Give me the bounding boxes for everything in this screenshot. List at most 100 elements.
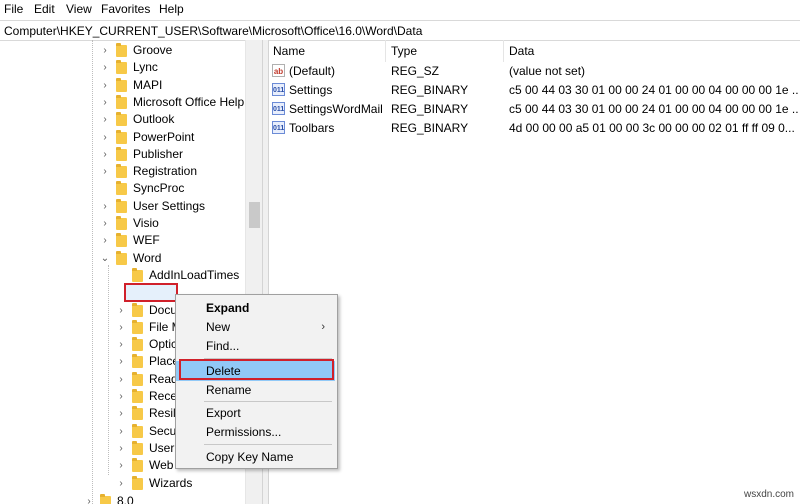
tree-item-label: Docu <box>149 303 178 317</box>
chevron-right-icon[interactable]: › <box>116 302 126 319</box>
tree-item-label: WEF <box>133 233 160 247</box>
folder-icon <box>116 147 127 161</box>
menu-item-permissions[interactable]: Permissions... <box>176 422 335 442</box>
menu-item-copy-key-name[interactable]: Copy Key Name <box>176 447 335 467</box>
list-row[interactable]: 011 Settings REG_BINARY c5 00 44 03 30 01 0… <box>268 81 800 99</box>
list-row[interactable]: ab (Default) REG_SZ (value not set) <box>268 62 800 80</box>
tree-item[interactable]: › PowerPoint <box>0 129 245 146</box>
list-row[interactable]: 011 SettingsWordMail REG_BINARY c5 00 44 03… <box>268 100 800 118</box>
column-header-name[interactable]: Name <box>268 40 386 62</box>
chevron-right-icon[interactable]: › <box>116 353 126 370</box>
tree-item-label: 8.0 <box>117 494 134 504</box>
chevron-right-icon[interactable]: › <box>100 111 110 128</box>
menu-item-expand[interactable]: Expand <box>176 298 335 318</box>
chevron-right-icon[interactable]: › <box>100 198 110 215</box>
list-row[interactable]: 011 Toolbars REG_BINARY 4d 00 00 00 a5 01 0… <box>268 119 800 137</box>
tree-item[interactable]: › Publisher <box>0 146 245 163</box>
column-header-data[interactable]: Data <box>504 40 800 62</box>
chevron-right-icon[interactable]: › <box>100 215 110 232</box>
chevron-right-icon[interactable]: › <box>116 371 126 388</box>
tree-item-label: SyncProc <box>133 181 185 195</box>
chevron-right-icon[interactable] <box>116 267 126 284</box>
chevron-right-icon[interactable]: › <box>116 475 126 492</box>
column-header-type[interactable]: Type <box>386 40 504 62</box>
tree-item-label: Wizards <box>149 476 193 490</box>
menu-item-export[interactable]: Export <box>176 403 335 423</box>
tree-item-label: User Settings <box>133 199 206 213</box>
chevron-right-icon[interactable]: › <box>84 493 94 504</box>
folder-icon <box>132 424 143 438</box>
menu-separator <box>204 444 332 445</box>
menu-item-find[interactable]: Find... <box>176 336 335 356</box>
tree-item-label: PowerPoint <box>133 130 195 144</box>
folder-icon <box>116 164 127 178</box>
chevron-right-icon[interactable]: › <box>100 77 110 94</box>
chevron-down-icon[interactable]: ⌄ <box>100 250 110 267</box>
tree-item[interactable]: › WEF <box>0 232 245 249</box>
folder-icon <box>100 494 111 504</box>
chevron-right-icon[interactable] <box>100 180 110 197</box>
chevron-right-icon[interactable]: › <box>116 457 126 474</box>
chevron-right-icon[interactable]: › <box>100 94 110 111</box>
tree-item[interactable]: › 8.0 <box>0 493 245 504</box>
menu-separator <box>204 401 332 402</box>
tree-item-word-child[interactable]: › Wizards <box>0 475 245 492</box>
chevron-right-icon[interactable]: › <box>100 232 110 249</box>
value-name: (Default) <box>289 64 336 78</box>
tree-item[interactable]: ⌄ Word <box>0 250 245 267</box>
tree-item-label: MAPI <box>133 78 163 92</box>
tree-item-label: Outlook <box>133 112 175 126</box>
chevron-right-icon[interactable]: › <box>116 440 126 457</box>
chevron-right-icon[interactable]: › <box>100 146 110 163</box>
chevron-right-icon[interactable]: › <box>100 163 110 180</box>
folder-icon <box>132 268 143 282</box>
tree-item[interactable]: › Outlook <box>0 111 245 128</box>
chevron-right-icon[interactable]: › <box>100 59 110 76</box>
tree-item[interactable]: › Visio <box>0 215 245 232</box>
tree-item[interactable]: › Microsoft Office Help <box>0 94 245 111</box>
tree-item[interactable]: › Registration <box>0 163 245 180</box>
tree-item[interactable]: › User Settings <box>0 198 245 215</box>
context-menu: Expand New › Find... Delete Rename Export… <box>175 294 338 469</box>
folder-icon <box>132 476 143 490</box>
tree-item[interactable]: › Groove <box>0 42 245 59</box>
watermark: wsxdn.com <box>743 489 794 500</box>
folder-icon <box>116 251 127 265</box>
folder-icon <box>132 458 143 472</box>
chevron-right-icon[interactable]: › <box>100 42 110 59</box>
chevron-right-icon[interactable]: › <box>116 319 126 336</box>
tree-item-label: Word <box>133 251 162 265</box>
menu-favorites[interactable]: Favorites <box>101 2 150 16</box>
folder-icon <box>116 216 127 230</box>
scrollbar-thumb[interactable] <box>249 202 260 228</box>
folder-icon <box>116 199 127 213</box>
tree-item-label: Microsoft Office Help <box>133 95 245 109</box>
tree-item[interactable]: › Lync <box>0 59 245 76</box>
menu-file[interactable]: File <box>4 2 23 16</box>
menu-item-rename[interactable]: Rename <box>176 380 335 400</box>
chevron-right-icon[interactable]: › <box>116 336 126 353</box>
chevron-right-icon[interactable]: › <box>100 129 110 146</box>
folder-icon <box>132 406 143 420</box>
menu-edit[interactable]: Edit <box>34 2 55 16</box>
tree-item[interactable]: › MAPI <box>0 77 245 94</box>
tree-item-label: Publisher <box>133 147 184 161</box>
folder-icon <box>116 60 127 74</box>
folder-icon <box>132 441 143 455</box>
folder-icon <box>116 43 127 57</box>
tree-item-label: Read <box>149 372 178 386</box>
folder-icon <box>116 181 127 195</box>
chevron-right-icon[interactable]: › <box>116 405 126 422</box>
folder-icon <box>116 78 127 92</box>
address-bar[interactable]: Computer\HKEY_CURRENT_USER\Software\Micr… <box>0 20 800 41</box>
tree-item-word-child[interactable]: AddInLoadTimes <box>0 267 245 284</box>
chevron-right-icon[interactable]: › <box>116 388 126 405</box>
tree-item[interactable]: SyncProc <box>0 180 245 197</box>
menu-item-new[interactable]: New › <box>176 317 335 337</box>
folder-icon <box>116 95 127 109</box>
menu-view[interactable]: View <box>66 2 92 16</box>
address-path: Computer\HKEY_CURRENT_USER\Software\Micr… <box>4 24 423 38</box>
chevron-right-icon[interactable]: › <box>116 423 126 440</box>
menu-help[interactable]: Help <box>159 2 184 16</box>
string-value-icon: ab <box>272 64 285 77</box>
